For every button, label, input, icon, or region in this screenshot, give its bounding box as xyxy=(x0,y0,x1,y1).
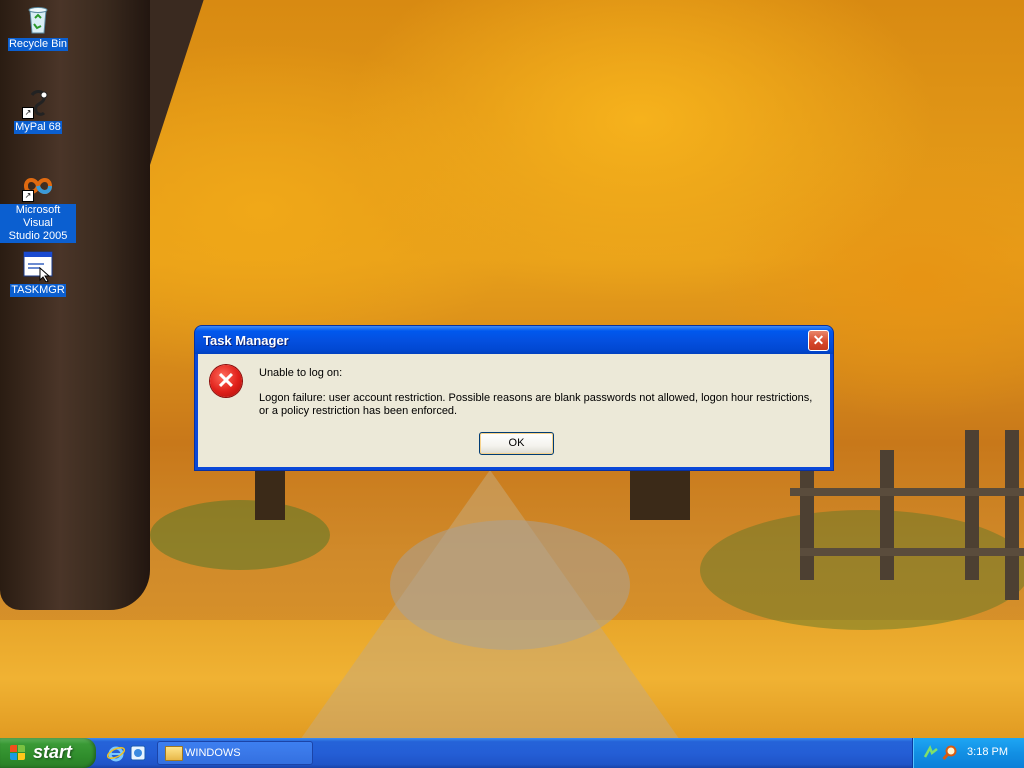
error-icon: ✕ xyxy=(210,365,242,397)
network-icon[interactable] xyxy=(923,745,939,761)
clock: 3:18 PM xyxy=(967,746,1008,758)
dialog-title: Task Manager xyxy=(203,333,289,348)
wallpaper-fence-post xyxy=(880,450,894,580)
desktop-icon-label: MyPal 68 xyxy=(14,121,62,134)
search-icon[interactable] xyxy=(942,745,958,761)
taskbar-button-label: WINDOWS xyxy=(185,747,241,759)
desktop-icon-label: Microsoft Visual Studio 2005 xyxy=(0,204,76,243)
shortcut-arrow-icon: ↗ xyxy=(22,190,34,202)
desktop-icon-visual-studio[interactable]: ↗ Microsoft Visual Studio 2005 xyxy=(0,170,76,243)
wallpaper-fence-rail xyxy=(790,488,1024,496)
visual-studio-icon: ↗ xyxy=(22,170,54,202)
windows-logo-icon xyxy=(10,745,26,761)
media-icon[interactable] xyxy=(129,744,147,762)
taskmgr-icon xyxy=(22,250,54,283)
ok-button[interactable]: OK xyxy=(479,432,554,455)
desktop-icon-label: Recycle Bin xyxy=(7,38,69,51)
message-body: Logon failure: user account restriction.… xyxy=(259,392,813,417)
message-heading: Unable to log on: xyxy=(259,367,343,379)
recycle-bin-icon xyxy=(22,4,54,36)
wallpaper-fence-post xyxy=(1005,430,1019,600)
dialog-body: ✕ Unable to log on: Logon failure: user … xyxy=(198,354,830,467)
taskbar-button-windows[interactable]: WINDOWS xyxy=(157,741,313,765)
desktop-icon-taskmgr[interactable]: TASKMGR xyxy=(0,250,76,297)
internet-explorer-icon[interactable] xyxy=(106,744,126,762)
close-button[interactable]: ✕ xyxy=(808,330,829,351)
desktop-icon-label: TASKMGR xyxy=(10,284,66,297)
desktop-icon-recycle-bin[interactable]: Recycle Bin xyxy=(0,4,76,51)
shortcut-arrow-icon: ↗ xyxy=(22,107,34,119)
task-manager-error-dialog: Task Manager ✕ ✕ Unable to log on: Logon… xyxy=(195,326,833,470)
taskbar: start WINDOWS 3:18 PM xyxy=(0,738,1024,768)
mypal-icon: ↗ xyxy=(22,87,54,119)
wallpaper-fence-post xyxy=(800,470,814,580)
folder-icon xyxy=(165,746,183,761)
wallpaper-fence-post xyxy=(965,430,979,580)
wallpaper-road-patch xyxy=(390,520,630,650)
system-tray: 3:18 PM xyxy=(912,738,1024,768)
start-label: start xyxy=(33,742,73,762)
desktop-icon-mypal[interactable]: ↗ MyPal 68 xyxy=(0,87,76,134)
wallpaper-fence-rail xyxy=(800,548,1024,556)
start-button[interactable]: start xyxy=(0,738,96,768)
dialog-titlebar[interactable]: Task Manager ✕ xyxy=(195,326,833,354)
